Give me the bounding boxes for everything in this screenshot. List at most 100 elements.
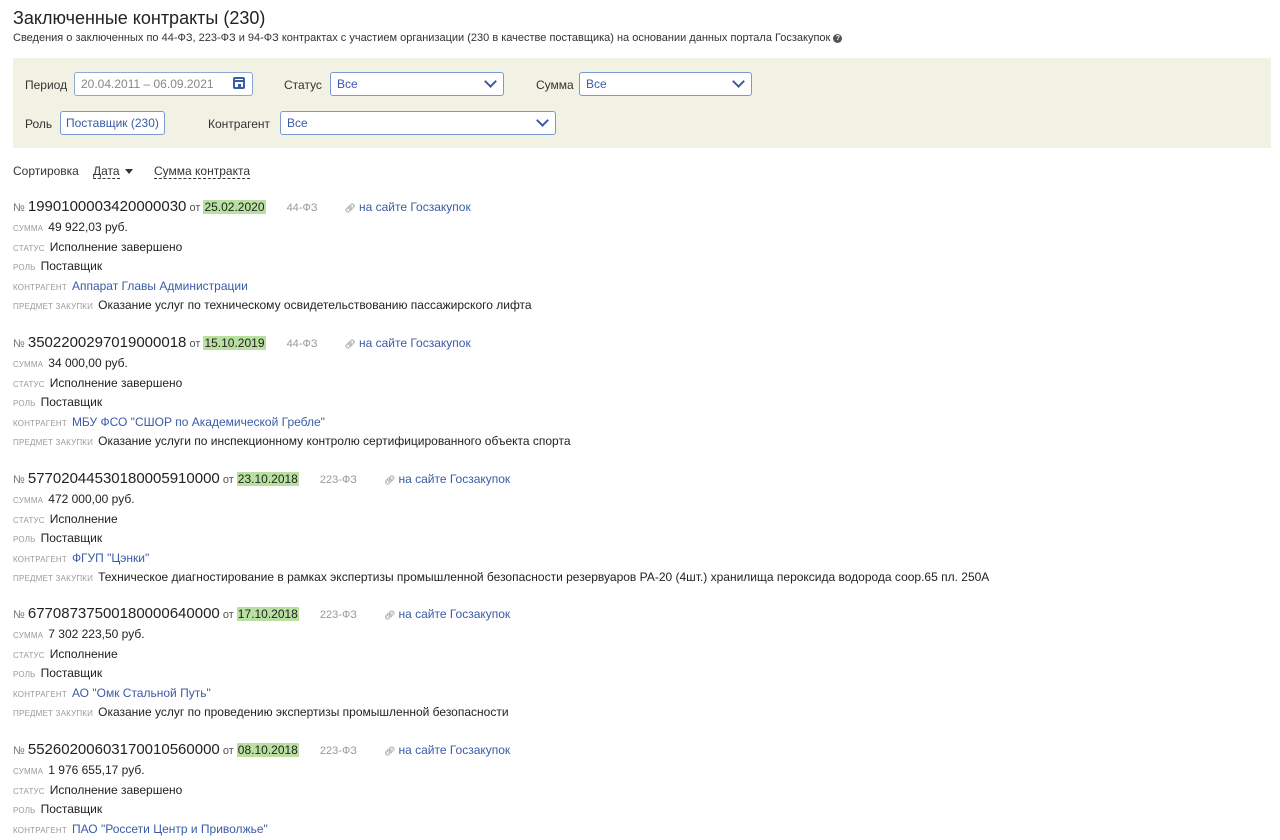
- contract-counterparty-link[interactable]: ПАО "Россети Центр и Приволжье": [72, 822, 268, 836]
- subject-label: предмет закупки: [13, 709, 94, 718]
- role-label: роль: [13, 263, 36, 272]
- status-label: статус: [13, 243, 45, 253]
- contract-status-row: статус Исполнение завершено: [13, 238, 1213, 258]
- contract-subject-row: предмет закупки Оказание услуги по инспек…: [13, 432, 1213, 452]
- contract-item: № 1990100003420000030 от 25.02.2020 44-Ф…: [13, 198, 1213, 316]
- zakupki-link-text[interactable]: на сайте Госзакупок: [398, 607, 510, 621]
- status-select[interactable]: Все: [330, 72, 504, 96]
- counterparty-select-value: Все: [287, 116, 308, 130]
- status-label: статус: [13, 650, 45, 660]
- contract-law: 223-ФЗ: [319, 609, 357, 621]
- contract-counterparty-link[interactable]: АО "Омк Стальной Путь": [72, 686, 211, 700]
- contract-law: 223-ФЗ: [319, 745, 357, 757]
- contract-counterparty-link[interactable]: ФГУП "Цэнки": [72, 551, 149, 565]
- role-label: роль: [13, 535, 36, 544]
- contract-subject: Техническое диагностирование в рамках эк…: [98, 570, 990, 584]
- sort-date-link[interactable]: Дата: [93, 164, 120, 179]
- subject-label: предмет закупки: [13, 574, 94, 583]
- contract-date: 17.10.2018: [236, 607, 299, 621]
- zakupki-link-text[interactable]: на сайте Госзакупок: [398, 743, 510, 757]
- contract-status: Исполнение: [49, 511, 118, 526]
- contract-counterparty-link[interactable]: МБУ ФСО "СШОР по Академической Гребле": [72, 415, 325, 429]
- contract-law: 44-ФЗ: [286, 338, 318, 350]
- sum-label: сумма: [13, 767, 44, 776]
- sum-select[interactable]: Все: [579, 72, 752, 96]
- contract-counterparty-row: контрагент МБУ ФСО "СШОР по Академической…: [13, 413, 1213, 433]
- contract-header: № 1990100003420000030 от 25.02.2020 44-Ф…: [13, 198, 1213, 218]
- subject-label: предмет закупки: [13, 438, 94, 447]
- from-label: от: [222, 745, 234, 757]
- link-icon: 🔗︎: [384, 610, 396, 620]
- contract-sum: 34 000,00 руб.: [48, 356, 128, 370]
- contract-status: Исполнение завершено: [49, 239, 183, 254]
- contract-status-row: статус Исполнение: [13, 510, 1213, 530]
- contract-item: № 67708737500180000640000 от 17.10.2018 …: [13, 605, 1213, 723]
- counterparty-label: контрагент: [13, 282, 67, 292]
- sum-label: сумма: [13, 224, 44, 233]
- zakupki-link[interactable]: 🔗︎ на сайте Госзакупок: [345, 200, 471, 214]
- contract-item: № 57702044530180005910000 от 23.10.2018 …: [13, 470, 1213, 588]
- contract-date: 08.10.2018: [236, 743, 299, 757]
- contract-sum-row: сумма 472 000,00 руб.: [13, 490, 1213, 510]
- status-label: статус: [13, 786, 45, 796]
- sum-label: сумма: [13, 360, 44, 369]
- zakupki-link-text[interactable]: на сайте Госзакупок: [359, 200, 471, 214]
- counterparty-select[interactable]: Все: [280, 111, 556, 135]
- zakupki-link[interactable]: 🔗︎ на сайте Госзакупок: [345, 336, 471, 350]
- zakupki-link-text[interactable]: на сайте Госзакупок: [398, 472, 510, 486]
- zakupki-link-text[interactable]: на сайте Госзакупок: [359, 336, 471, 350]
- period-value: 20.04.2011 – 06.09.2021: [81, 77, 214, 91]
- sum-label: Сумма: [536, 78, 574, 92]
- contract-counterparty-row: контрагент ФГУП "Цэнки": [13, 549, 1213, 569]
- zakupki-link[interactable]: 🔗︎ на сайте Госзакупок: [384, 607, 510, 621]
- counterparty-label: контрагент: [13, 825, 67, 835]
- contract-status: Исполнение: [49, 646, 118, 661]
- number-sign: №: [13, 474, 25, 486]
- contract-status-row: статус Исполнение завершено: [13, 781, 1213, 801]
- chevron-down-icon: [732, 75, 745, 88]
- calendar-icon[interactable]: [233, 77, 245, 89]
- status-label: Статус: [284, 78, 322, 92]
- sort-by-date[interactable]: Дата: [93, 164, 133, 179]
- from-label: от: [189, 202, 201, 214]
- contract-number: 3502200297019000018: [27, 334, 187, 351]
- number-sign: №: [13, 338, 25, 350]
- contract-sum-row: сумма 34 000,00 руб.: [13, 354, 1213, 374]
- contract-sum: 1 976 655,17 руб.: [48, 763, 145, 777]
- chevron-down-icon: [484, 75, 497, 88]
- contract-subject: Оказание услуг по техническому освидетел…: [98, 298, 532, 312]
- contract-sum: 472 000,00 руб.: [48, 492, 135, 506]
- sort-label: Сортировка: [13, 164, 79, 178]
- counterparty-label: Контрагент: [208, 117, 271, 131]
- contract-sum-row: сумма 1 976 655,17 руб.: [13, 761, 1213, 781]
- contract-counterparty-row: контрагент ПАО "Россети Центр и Приволжье…: [13, 820, 1213, 840]
- sum-select-value: Все: [586, 77, 607, 91]
- contract-role: Поставщик: [40, 666, 103, 680]
- contract-item: № 55260200603170010560000 от 08.10.2018 …: [13, 741, 1213, 839]
- period-input[interactable]: 20.04.2011 – 06.09.2021: [74, 72, 253, 96]
- zakupki-link[interactable]: 🔗︎ на сайте Госзакупок: [384, 743, 510, 757]
- counterparty-label: контрагент: [13, 418, 67, 428]
- sort-amount-link[interactable]: Сумма контракта: [154, 164, 250, 179]
- contract-subject-row: предмет закупки Оказание услуг по проведе…: [13, 703, 1213, 723]
- from-label: от: [189, 338, 201, 350]
- contract-status-row: статус Исполнение: [13, 645, 1213, 665]
- contract-counterparty-link[interactable]: Аппарат Главы Администрации: [72, 279, 248, 293]
- sort-by-amount[interactable]: Сумма контракта: [154, 164, 250, 179]
- contract-subject: Оказание услуги по инспекционному контро…: [98, 434, 571, 448]
- contract-law: 223-ФЗ: [319, 474, 357, 486]
- contract-role: Поставщик: [40, 395, 103, 409]
- contracts-page: Заключенные контракты (230) Сведения о з…: [0, 0, 1280, 839]
- role-filter-button[interactable]: Поставщик (230): [60, 111, 165, 135]
- page-subtitle: Сведения о заключенных по 44-ФЗ, 223-ФЗ …: [13, 32, 843, 44]
- subtitle-text: Сведения о заключенных по 44-ФЗ, 223-ФЗ …: [13, 32, 831, 44]
- link-icon: 🔗︎: [384, 746, 396, 756]
- contract-role-row: роль Поставщик: [13, 664, 1213, 684]
- contract-subject: Оказание услуг по проведению экспертизы …: [98, 705, 509, 719]
- contract-role: Поставщик: [40, 259, 103, 273]
- zakupki-link[interactable]: 🔗︎ на сайте Госзакупок: [384, 472, 510, 486]
- contract-counterparty-row: контрагент АО "Омк Стальной Путь": [13, 684, 1213, 704]
- subject-label: предмет закупки: [13, 302, 94, 311]
- status-label: статус: [13, 515, 45, 525]
- question-circle-icon[interactable]: ?: [833, 34, 843, 43]
